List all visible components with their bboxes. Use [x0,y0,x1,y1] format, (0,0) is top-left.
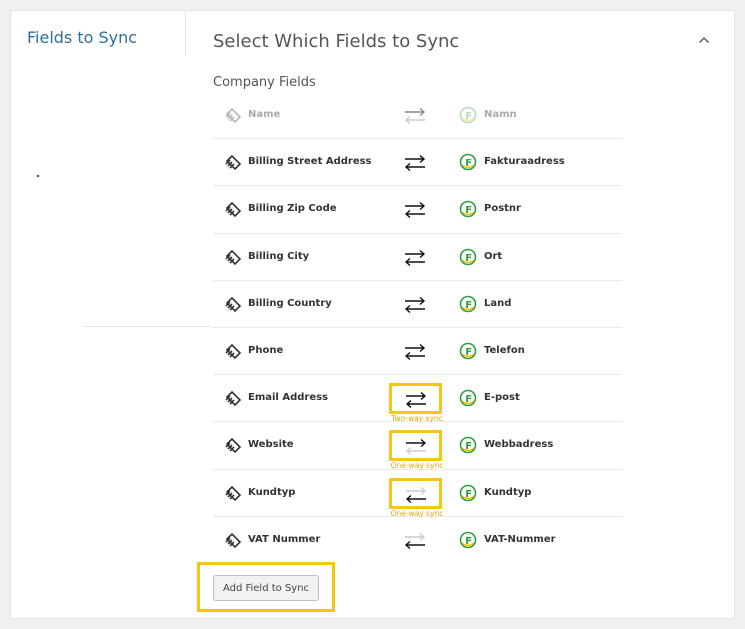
hubspot-field-name: Billing Country [248,297,332,309]
svg-text:F: F [465,300,472,311]
field-mapping-row: VAT Nummer F VAT-Nummer [213,517,622,564]
sync-direction-toggle[interactable] [391,338,439,366]
sync-direction-toggle[interactable] [389,383,442,415]
fortnox-field-name: Ort [484,250,503,262]
fortnox-field-name: Telefon [484,344,525,356]
hubspot-field-name: Name [248,109,281,120]
hubspot-icon [224,201,242,219]
field-mapping-row: Billing City F Ort [213,234,622,281]
svg-text:F: F [465,347,472,358]
fortnox-icon: F [459,342,477,360]
hubspot-icon [224,154,242,172]
fortnox-icon: F [459,200,477,218]
sync-direction-toggle[interactable] [391,149,439,177]
field-mapping-row: Billing Street Address F Fakturaadress [213,139,622,187]
sync-direction-toggle[interactable] [389,430,442,462]
hubspot-field-name: VAT Nummer [248,533,321,545]
fortnox-icon: F [459,248,477,266]
section-title: Select Which Fields to Sync [213,31,460,52]
fortnox-icon: F [459,484,477,502]
svg-text:F: F [465,111,472,122]
hubspot-field-name: Billing Street Address [248,156,372,168]
fortnox-field-name: Postnr [484,203,521,215]
add-field-button[interactable]: Add Field to Sync [213,575,319,601]
left-area-divider [83,326,212,327]
hubspot-icon [224,390,242,408]
fortnox-icon: F [459,389,477,407]
fortnox-icon: F [459,106,477,124]
sync-direction-toggle[interactable] [389,477,442,509]
sync-direction-toggle[interactable] [391,291,439,319]
field-mapping-row: Name F Namn [213,92,622,140]
sync-direction-toggle[interactable] [391,102,439,130]
field-mapping-row: Website One-way sync F Webbadress [213,422,622,470]
fortnox-field-name: Namn [484,109,517,120]
chevron-up-icon[interactable] [694,30,714,50]
fortnox-field-name: Kundtyp [484,486,532,498]
sync-direction-toggle[interactable] [391,196,439,224]
hubspot-field-name: Phone [248,344,284,356]
nav-divider [185,18,186,56]
fortnox-icon: F [459,295,477,313]
sync-direction-toggle[interactable] [391,244,439,272]
svg-text:F: F [465,535,472,546]
fortnox-field-name: Land [484,297,512,309]
svg-text:F: F [465,488,472,499]
fortnox-icon: F [459,153,477,171]
hubspot-field-name: Billing Zip Code [248,203,337,215]
left-nav: Fields to Sync [10,10,186,47]
field-mapping-row: Billing Country F Land [213,281,622,328]
fortnox-icon: F [459,531,477,549]
hubspot-icon [224,343,242,361]
company-fields-heading: Company Fields [213,75,316,90]
svg-text:F: F [465,394,472,405]
fortnox-field-name: Webbadress [484,439,554,451]
svg-text:F: F [465,441,472,452]
nav-fields-to-sync[interactable]: Fields to Sync [27,28,137,47]
hubspot-icon [224,249,242,267]
svg-text:F: F [465,158,472,169]
hubspot-field-name: Website [248,439,294,451]
hubspot-field-name: Email Address [248,392,329,404]
stray-dot [37,175,39,177]
svg-text:F: F [465,205,472,216]
field-mapping-row: Billing Zip Code F Postnr [213,186,622,234]
hubspot-field-name: Billing City [248,250,310,262]
field-mapping-list: Name F Namn Billing Street Address F Fak… [213,92,622,564]
hubspot-icon [224,107,242,125]
field-mapping-row: Email Address Two-way sync F E-post [213,375,622,423]
fortnox-field-name: VAT-Nummer [484,533,556,545]
sync-direction-toggle[interactable] [391,527,439,555]
hubspot-icon [224,296,242,314]
field-mapping-row: Phone F Telefon [213,328,622,376]
svg-text:F: F [465,252,472,263]
fortnox-field-name: E-post [484,392,520,404]
hubspot-field-name: Kundtyp [248,486,296,498]
fortnox-field-name: Fakturaadress [484,156,565,168]
hubspot-icon [224,485,242,503]
hubspot-icon [224,437,242,455]
fortnox-icon: F [459,436,477,454]
hubspot-icon [224,532,242,550]
field-mapping-row: Kundtyp One-way sync F Kundtyp [213,470,622,518]
